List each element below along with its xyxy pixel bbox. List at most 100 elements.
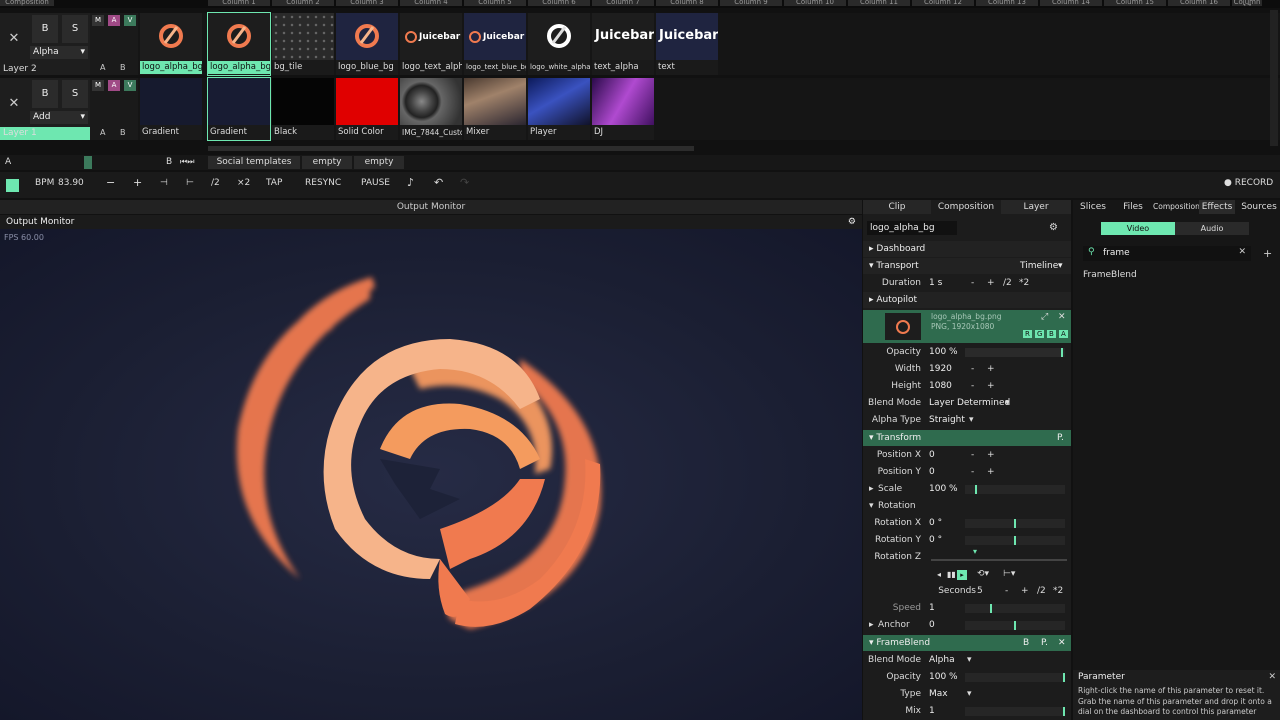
clip-gradient-active[interactable]: Gradient <box>207 77 271 141</box>
bpm-double-button[interactable]: ×2 <box>237 178 250 188</box>
width-value[interactable]: 1920 <box>929 361 952 378</box>
horizontal-scrollbar[interactable] <box>208 146 694 151</box>
tab-compositions[interactable]: Compositions <box>1153 200 1204 214</box>
clip-logo-alpha-bg-active[interactable]: logo_alpha_bg <box>207 12 271 76</box>
chevron-down-icon[interactable]: ▾ <box>1058 258 1063 274</box>
redo-icon[interactable]: ↷ <box>460 176 469 189</box>
height-label[interactable]: Height <box>891 378 921 395</box>
column-header-8[interactable]: Column 8 <box>656 0 718 6</box>
transform-section[interactable]: ▾ Transform P. <box>863 430 1071 446</box>
column-header-4[interactable]: Column 4 <box>400 0 462 6</box>
deck-tab-empty-2[interactable]: empty <box>354 156 404 169</box>
fb-mix-handle[interactable] <box>1063 707 1065 716</box>
clear-search-icon[interactable]: ✕ <box>1238 247 1246 257</box>
solo-button[interactable]: S <box>62 15 88 43</box>
clip-player[interactable]: Player <box>528 78 590 140</box>
layer-blend-select[interactable]: Add ▾ <box>30 111 88 124</box>
clip-logo-blue-bg[interactable]: logo_blue_bg <box>336 13 398 75</box>
video-toggle[interactable]: V <box>124 15 136 26</box>
layer-blend-select[interactable]: Alpha ▾ <box>30 46 88 59</box>
composition-menu[interactable]: Composition <box>0 0 54 6</box>
clip-black[interactable]: Black <box>272 78 334 140</box>
column-header-9[interactable]: Column 9 <box>720 0 782 6</box>
clip-solid-color[interactable]: Solid Color <box>336 78 398 140</box>
duration-double[interactable]: *2 <box>1019 275 1029 292</box>
scale-label[interactable]: Scale <box>878 481 902 498</box>
timeline-select[interactable]: Timeline <box>1020 258 1058 274</box>
position-x-decrease[interactable]: - <box>971 447 974 464</box>
rotation-label[interactable]: Rotation <box>878 498 916 515</box>
fb-opacity-slider[interactable] <box>965 673 1065 682</box>
chevron-down-icon[interactable]: ▾ <box>969 412 974 429</box>
column-header-14[interactable]: Column 14 <box>1040 0 1102 6</box>
chevron-down-icon[interactable]: ▾ <box>967 686 972 703</box>
bpm-decrease-button[interactable]: − <box>106 176 115 189</box>
preset-icon[interactable]: P. <box>1041 635 1048 651</box>
rotation-x-label[interactable]: Rotation X <box>874 515 921 532</box>
column-header-12[interactable]: Column 12 <box>912 0 974 6</box>
search-input[interactable]: frame <box>1103 248 1130 258</box>
position-x-increase[interactable]: + <box>987 447 995 464</box>
position-y-value[interactable]: 0 <box>929 464 935 481</box>
deck-tab-social-templates[interactable]: Social templates <box>208 156 300 169</box>
column-header-17[interactable]: Column 17 <box>1232 0 1262 6</box>
bpm-sync-indicator[interactable] <box>6 179 19 192</box>
position-y-increase[interactable]: + <box>987 464 995 481</box>
position-x-label[interactable]: Position X <box>877 447 921 464</box>
crossfader-handle[interactable] <box>84 156 92 169</box>
pause-icon[interactable]: ▮▮ <box>947 566 956 583</box>
alpha-type-label[interactable]: Alpha Type <box>872 412 921 429</box>
crossfader-b[interactable]: B <box>120 63 126 72</box>
audio-toggle[interactable]: A <box>108 80 120 91</box>
resync-button[interactable]: RESYNC <box>305 178 341 188</box>
duration-value[interactable]: 1 s <box>929 275 942 292</box>
bpm-increase-button[interactable]: + <box>133 176 142 189</box>
speed-slider[interactable] <box>965 604 1065 613</box>
width-label[interactable]: Width <box>895 361 921 378</box>
expand-icon[interactable]: ⤢ <box>1041 312 1048 322</box>
seconds-label[interactable]: Seconds <box>938 583 976 600</box>
add-icon[interactable]: + <box>1263 247 1272 260</box>
column-header-11[interactable]: Column 11 <box>848 0 910 6</box>
column-header-6[interactable]: Column 6 <box>528 0 590 6</box>
position-y-label[interactable]: Position Y <box>878 464 921 481</box>
width-decrease[interactable]: - <box>971 361 974 378</box>
channel-g-toggle[interactable]: G <box>1035 330 1045 338</box>
playhead-marker-icon[interactable]: ▾ <box>973 543 977 560</box>
column-header-15[interactable]: Column 15 <box>1104 0 1166 6</box>
close-icon[interactable]: ✕ <box>1058 635 1066 651</box>
anchor-slider[interactable] <box>965 621 1065 630</box>
duration-half[interactable]: /2 <box>1003 275 1012 292</box>
column-header-13[interactable]: Column 13 <box>976 0 1038 6</box>
preset-icon[interactable]: P. <box>1057 430 1064 446</box>
column-header-2[interactable]: Column 2 <box>272 0 334 6</box>
effect-result-frameblend[interactable]: FrameBlend <box>1083 270 1137 280</box>
clip-name-field[interactable]: logo_alpha_bg <box>867 221 957 235</box>
layer-name[interactable]: Layer 2 <box>0 63 90 75</box>
fb-opacity-label[interactable]: Opacity <box>886 669 921 686</box>
clip-text[interactable]: Juicebar text <box>656 13 718 75</box>
column-header-16[interactable]: Column 16 <box>1168 0 1230 6</box>
clip-mixer[interactable]: Mixer <box>464 78 526 140</box>
opacity-slider[interactable] <box>965 348 1065 357</box>
column-header-3[interactable]: Column 3 <box>336 0 398 6</box>
scale-slider[interactable] <box>965 485 1065 494</box>
width-increase[interactable]: + <box>987 361 995 378</box>
chevron-down-icon[interactable]: ▾ <box>869 498 874 515</box>
scale-value[interactable]: 100 % <box>929 481 958 498</box>
chevron-down-icon[interactable]: ▾ <box>967 652 972 669</box>
alpha-type-select[interactable]: Straight <box>929 412 965 429</box>
rotation-y-handle[interactable] <box>1014 536 1016 545</box>
crossfader-b[interactable]: B <box>120 128 126 137</box>
undo-icon[interactable]: ↶ <box>434 176 443 189</box>
anchor-value[interactable]: 0 <box>929 617 935 634</box>
seconds-value[interactable]: 5 <box>977 583 983 600</box>
duration-increase[interactable]: + <box>987 275 995 292</box>
height-value[interactable]: 1080 <box>929 378 952 395</box>
chevron-right-icon[interactable]: ▸ <box>869 481 874 498</box>
column-header-7[interactable]: Column 7 <box>592 0 654 6</box>
seconds-half[interactable]: /2 <box>1037 583 1046 600</box>
rotation-y-slider[interactable] <box>965 536 1065 545</box>
effects-search[interactable]: ⚲ frame ✕ <box>1083 246 1251 261</box>
gear-icon[interactable]: ⚙ <box>848 215 856 229</box>
